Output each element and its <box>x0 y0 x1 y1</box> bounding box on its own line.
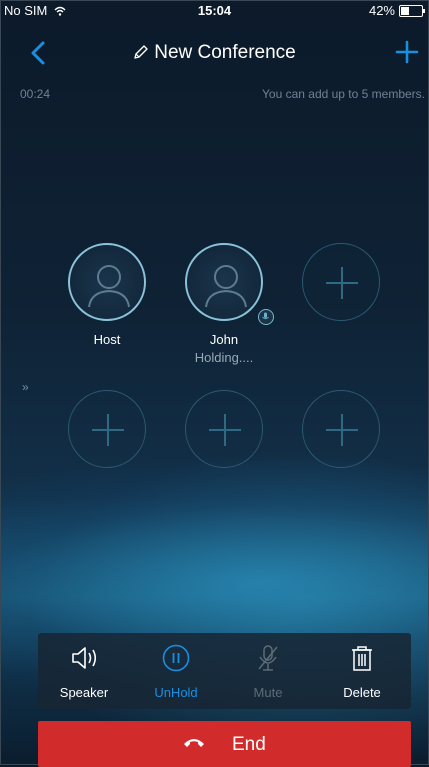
unhold-label: UnHold <box>154 685 198 700</box>
call-controls: Speaker UnHold Mute Delete <box>38 633 411 709</box>
plus-icon[interactable] <box>395 40 419 64</box>
person-icon <box>205 265 247 308</box>
add-participant-slot[interactable] <box>185 390 263 468</box>
participant-name: John <box>209 332 239 347</box>
plus-icon <box>326 267 358 299</box>
delete-button[interactable]: Delete <box>316 633 408 709</box>
participant-status: Holding.... <box>194 350 254 365</box>
battery-percent: 42% <box>368 3 395 18</box>
participant-avatar-john[interactable] <box>185 243 263 321</box>
status-bar: No SIM 15:04 42% <box>0 0 429 20</box>
speaker-icon <box>72 647 97 669</box>
plus-icon <box>326 414 358 446</box>
participant-name: Host <box>93 332 121 347</box>
battery-icon <box>399 5 425 17</box>
speaker-button[interactable]: Speaker <box>38 633 130 709</box>
speaker-label: Speaker <box>59 685 109 700</box>
side-panel-arrow-icon[interactable]: » <box>22 380 29 394</box>
end-call-label: End <box>232 734 266 755</box>
mute-label: Mute <box>253 685 283 700</box>
add-participant-slot[interactable] <box>68 390 146 468</box>
hang-up-icon <box>184 739 204 747</box>
plus-icon <box>209 414 241 446</box>
member-limit-note: You can add up to 5 members. <box>262 87 425 101</box>
pencil-icon <box>134 45 148 59</box>
call-timer: 00:24 <box>20 87 51 101</box>
person-icon <box>88 265 130 308</box>
nav-bar: New Conference <box>0 30 429 74</box>
page-title[interactable]: New Conference <box>0 42 429 64</box>
pause-icon <box>162 644 190 672</box>
delete-label: Delete <box>343 685 381 700</box>
mic-badge-icon <box>258 309 274 325</box>
status-time: 15:04 <box>197 3 232 18</box>
mute-button[interactable]: Mute <box>222 633 314 709</box>
add-participant-slot[interactable] <box>302 243 380 321</box>
unhold-button[interactable]: UnHold <box>130 633 222 709</box>
trash-icon <box>352 646 372 671</box>
end-call-button[interactable]: End <box>38 721 411 767</box>
plus-icon <box>92 414 124 446</box>
mic-off-icon <box>258 645 278 671</box>
participant-avatar-host[interactable] <box>68 243 146 321</box>
add-participant-slot[interactable] <box>302 390 380 468</box>
